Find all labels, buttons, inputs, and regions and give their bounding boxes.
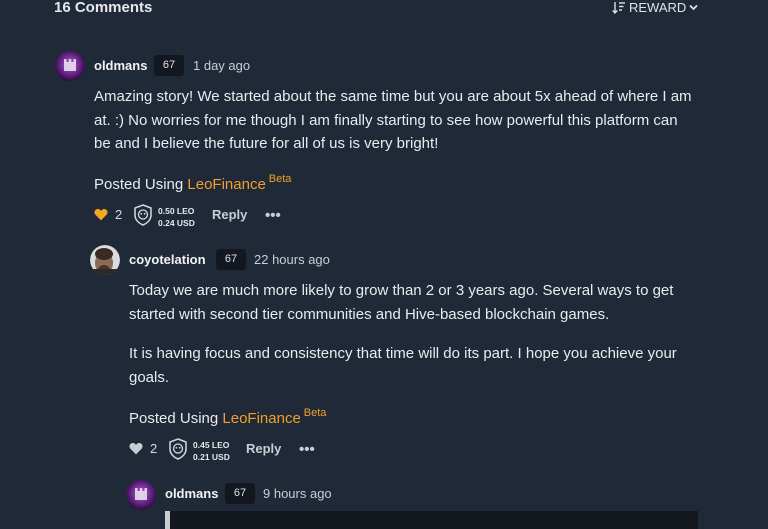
vote-count[interactable]: 2 bbox=[115, 207, 122, 222]
posted-prefix: Posted Using bbox=[129, 410, 219, 427]
posted-prefix: Posted Using bbox=[94, 176, 184, 193]
comment-body: Amazing story! We started about the same… bbox=[94, 88, 692, 152]
more-options-button[interactable]: ••• bbox=[299, 441, 315, 458]
payout[interactable]: 0.45 LEO 0.21 USD bbox=[193, 439, 230, 463]
username[interactable]: oldmans bbox=[165, 486, 218, 501]
beta-label: Beta bbox=[268, 173, 292, 185]
reputation-badge: 67 bbox=[216, 249, 246, 270]
reputation-badge: 67 bbox=[154, 55, 184, 76]
leo-icon bbox=[132, 204, 154, 231]
timestamp[interactable]: 22 hours ago bbox=[254, 252, 330, 267]
upvote-button[interactable] bbox=[94, 208, 108, 226]
payout-leo: 0.50 LEO bbox=[158, 206, 195, 216]
posted-using: Posted Using LeoFinance Beta bbox=[129, 407, 327, 427]
avatar[interactable] bbox=[55, 51, 85, 81]
username[interactable]: coyotelation bbox=[129, 252, 206, 267]
username[interactable]: oldmans bbox=[94, 58, 147, 73]
sort-desc-icon bbox=[612, 2, 625, 14]
heart-icon bbox=[94, 209, 108, 221]
payout[interactable]: 0.50 LEO 0.24 USD bbox=[158, 205, 195, 229]
sort-label: REWARD bbox=[629, 0, 687, 15]
payout-usd: 0.24 USD bbox=[158, 218, 195, 228]
vote-count[interactable]: 2 bbox=[150, 441, 157, 456]
comments-count: 16 Comments bbox=[54, 0, 153, 16]
posted-using: Posted Using LeoFinance Beta bbox=[94, 173, 292, 193]
sort-dropdown[interactable]: REWARD bbox=[612, 0, 698, 15]
leo-icon bbox=[167, 438, 189, 465]
leofinance-link[interactable]: LeoFinance bbox=[222, 410, 300, 427]
more-options-button[interactable]: ••• bbox=[265, 207, 281, 224]
payout-leo: 0.45 LEO bbox=[193, 440, 230, 450]
comment-body: Today we are much more likely to grow th… bbox=[129, 282, 674, 323]
upvote-button[interactable] bbox=[129, 442, 143, 460]
comment-body: It is having focus and consistency that … bbox=[129, 345, 677, 386]
comment-body-block bbox=[170, 511, 698, 529]
reply-button[interactable]: Reply bbox=[212, 207, 247, 222]
avatar[interactable] bbox=[126, 480, 156, 510]
reputation-badge: 67 bbox=[225, 483, 255, 504]
heart-icon bbox=[129, 443, 143, 455]
beta-label: Beta bbox=[303, 407, 327, 419]
chevron-down-icon bbox=[689, 4, 698, 11]
reply-button[interactable]: Reply bbox=[246, 441, 281, 456]
timestamp[interactable]: 1 day ago bbox=[193, 58, 250, 73]
timestamp[interactable]: 9 hours ago bbox=[263, 486, 332, 501]
payout-usd: 0.21 USD bbox=[193, 452, 230, 462]
leofinance-link[interactable]: LeoFinance bbox=[187, 176, 265, 193]
comments-section: 16 Comments REWARD oldmans 67 1 day ago … bbox=[0, 0, 768, 529]
avatar[interactable] bbox=[90, 245, 120, 275]
